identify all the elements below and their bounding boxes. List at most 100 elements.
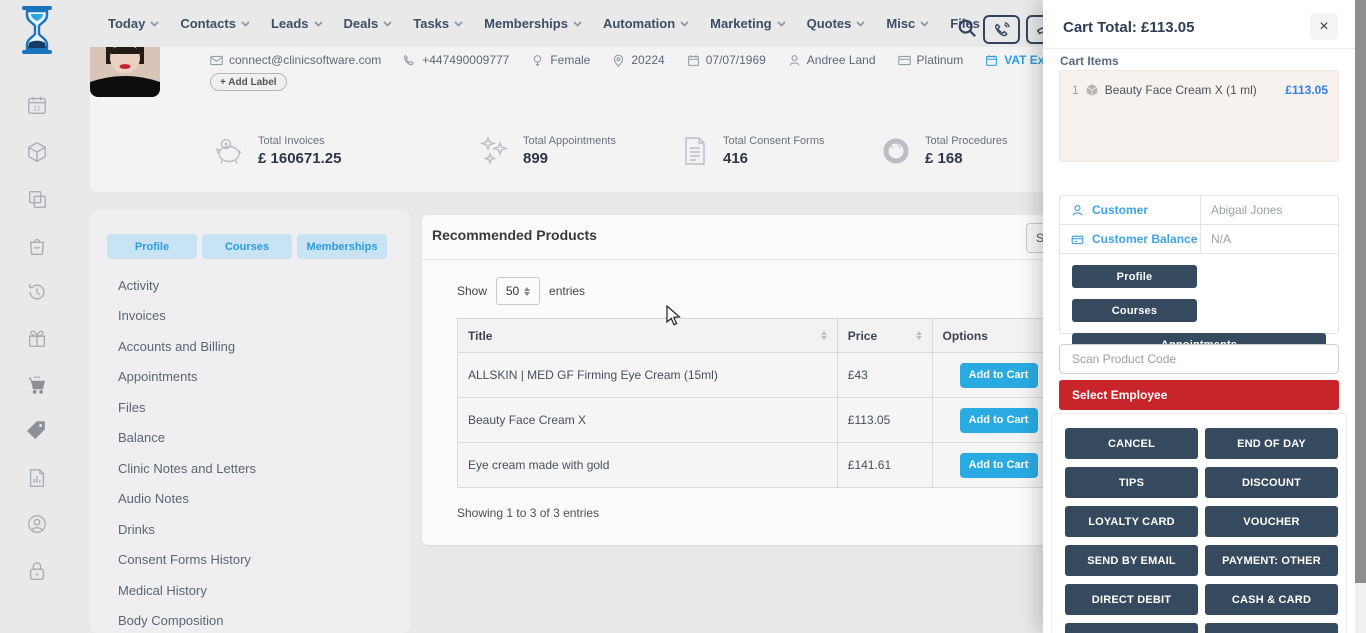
nav-today[interactable]: Today xyxy=(108,16,159,31)
sidemenu-appointments[interactable]: Appointments xyxy=(118,369,198,389)
direct-debit-button[interactable]: DIRECT DEBIT xyxy=(1065,584,1198,615)
scan-product-code-input[interactable] xyxy=(1059,344,1339,374)
sort-icon xyxy=(821,331,827,340)
sidemenu-medical-history[interactable]: Medical History xyxy=(118,583,207,603)
shopping-bag-icon[interactable] xyxy=(26,235,48,257)
gender-icon xyxy=(531,54,544,67)
nav-tasks[interactable]: Tasks xyxy=(413,16,463,31)
add-to-cart-button[interactable]: Add to Cart xyxy=(960,408,1038,433)
lock-icon[interactable] xyxy=(26,560,48,582)
stat-total-consent-forms: Total Consent Forms416 xyxy=(678,135,824,167)
cart-profile-button[interactable]: Profile xyxy=(1072,265,1197,288)
customer-value: Abigail Jones xyxy=(1201,196,1338,224)
nav-quotes[interactable]: Quotes xyxy=(807,16,866,31)
cart-total-title: Cart Total: £113.05 xyxy=(1063,19,1194,36)
tag-icon[interactable] xyxy=(26,420,48,442)
copy-icon[interactable] xyxy=(26,188,48,210)
select-employee-button[interactable]: Select Employee xyxy=(1059,380,1339,410)
cart-icon[interactable] xyxy=(26,374,48,396)
chevron-down-icon xyxy=(573,21,582,27)
email-icon xyxy=(210,54,223,67)
close-icon[interactable]: × xyxy=(1310,13,1338,40)
add-to-cart-button[interactable]: Add to Cart xyxy=(960,363,1038,388)
contact-phone[interactable]: +447490009777 xyxy=(403,53,509,67)
product-title: Beauty Face Cream X xyxy=(468,413,586,427)
chevron-down-icon xyxy=(920,21,929,27)
customer-box: Customer Abigail Jones Customer Balance … xyxy=(1059,195,1339,334)
sidemenu-invoices[interactable]: Invoices xyxy=(118,308,166,328)
nav-automation[interactable]: Automation xyxy=(603,16,689,31)
pin-icon xyxy=(612,54,625,67)
contact-owner: Andree Land xyxy=(788,53,876,67)
phone-call-button[interactable] xyxy=(983,15,1020,44)
send-by-email-button[interactable]: SEND BY EMAIL xyxy=(1065,545,1198,576)
stat-total-appointments: Total Appointments899 xyxy=(478,135,616,167)
add-to-cart-button[interactable]: Add to Cart xyxy=(960,453,1038,478)
add-label-button[interactable]: + Add Label xyxy=(210,73,287,91)
divider xyxy=(422,259,1122,260)
cube-icon[interactable] xyxy=(26,141,48,163)
tab-profile[interactable]: Profile xyxy=(107,234,197,259)
nav-marketing[interactable]: Marketing xyxy=(710,16,785,31)
calendar-icon[interactable]: 12 xyxy=(26,94,48,116)
person-small-icon xyxy=(788,54,801,67)
loyalty-card-button[interactable]: LOYALTY CARD xyxy=(1065,506,1198,537)
sidemenu-accounts-billing[interactable]: Accounts and Billing xyxy=(118,339,235,359)
card-icon xyxy=(898,54,911,67)
app-logo[interactable] xyxy=(16,5,58,55)
vat-calendar-icon xyxy=(985,54,998,67)
sidemenu-files[interactable]: Files xyxy=(118,400,145,420)
tips-button[interactable]: TIPS xyxy=(1065,467,1198,498)
voucher-button[interactable]: VOUCHER xyxy=(1205,506,1338,537)
payment-other-button[interactable]: PAYMENT: OTHER xyxy=(1205,545,1338,576)
table-header-row: Title Price Options xyxy=(458,319,1119,353)
product-title: ALLSKIN | MED GF Firming Eye Cream (15ml… xyxy=(468,368,718,382)
nav-memberships[interactable]: Memberships xyxy=(484,16,582,31)
page-scrollbar[interactable] xyxy=(1355,0,1366,633)
cash-and-card-button[interactable]: CASH & CARD xyxy=(1205,584,1338,615)
show-label: Show xyxy=(457,284,487,298)
nav-contacts[interactable]: Contacts xyxy=(180,16,250,31)
products-table: Title Price Options ALLSKIN | MED GF Fir… xyxy=(457,318,1120,488)
gift-icon[interactable] xyxy=(26,327,48,349)
page-size-select[interactable]: 50 xyxy=(496,277,540,305)
table-info-text: Showing 1 to 3 of 3 entries xyxy=(457,506,599,520)
search-icon[interactable] xyxy=(957,18,977,38)
action-button-partial[interactable] xyxy=(1065,623,1198,633)
sidemenu-balance[interactable]: Balance xyxy=(118,430,165,450)
sidemenu-audio-notes[interactable]: Audio Notes xyxy=(118,491,189,511)
avatar[interactable] xyxy=(90,40,160,97)
column-price[interactable]: Price xyxy=(838,319,933,352)
contact-email[interactable]: connect@clinicsoftware.com xyxy=(210,53,381,67)
scrollbar-thumb[interactable] xyxy=(1355,0,1366,583)
account-icon[interactable] xyxy=(26,513,48,535)
action-button-partial[interactable] xyxy=(1205,623,1338,633)
customer-balance-row[interactable]: Customer Balance N/A xyxy=(1060,225,1338,254)
nav-leads[interactable]: Leads xyxy=(271,16,323,31)
column-title[interactable]: Title xyxy=(458,319,838,352)
customer-balance-value: N/A xyxy=(1201,225,1338,253)
calendar-small-icon xyxy=(687,54,700,67)
sidemenu-drinks[interactable]: Drinks xyxy=(118,522,155,542)
tab-courses[interactable]: Courses xyxy=(202,234,292,259)
sidemenu-body-composition[interactable]: Body Composition xyxy=(118,613,224,633)
customer-row[interactable]: Customer Abigail Jones xyxy=(1060,196,1338,225)
nav-misc[interactable]: Misc xyxy=(886,16,929,31)
chevron-down-icon xyxy=(241,21,250,27)
nav-deals[interactable]: Deals xyxy=(344,16,393,31)
tab-memberships[interactable]: Memberships xyxy=(297,234,387,259)
table-row: Eye cream made with gold £141.61 Add to … xyxy=(458,443,1119,488)
cart-courses-button[interactable]: Courses xyxy=(1072,299,1197,322)
sidemenu-clinic-notes[interactable]: Clinic Notes and Letters xyxy=(118,461,256,481)
cart-item[interactable]: 1 Beauty Face Cream X (1 ml) £113.05 xyxy=(1059,70,1339,162)
sidemenu-consent-forms-history[interactable]: Consent Forms History xyxy=(118,552,251,572)
report-icon[interactable] xyxy=(26,467,48,489)
table-row: Beauty Face Cream X £113.05 Add to Cart xyxy=(458,398,1119,443)
end-of-day-button[interactable]: END OF DAY xyxy=(1205,428,1338,459)
sidemenu-activity[interactable]: Activity xyxy=(118,278,159,298)
discount-button[interactable]: DISCOUNT xyxy=(1205,467,1338,498)
contact-postcode: 20224 xyxy=(612,53,664,67)
history-icon[interactable] xyxy=(26,281,48,303)
cart-drawer: Cart Total: £113.05 × Cart Items 1 Beaut… xyxy=(1043,0,1355,633)
cancel-button[interactable]: CANCEL xyxy=(1065,428,1198,459)
